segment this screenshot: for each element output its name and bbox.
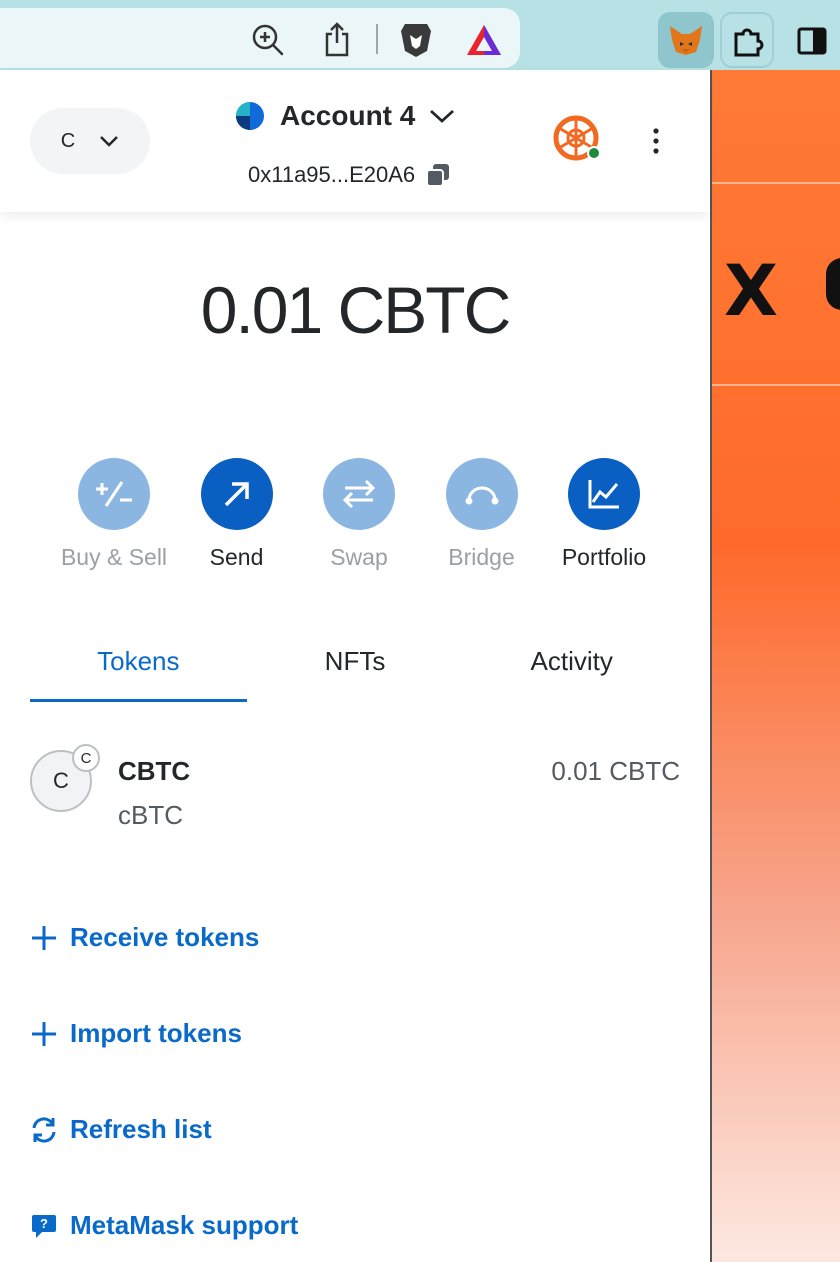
token-balance: 0.01 CBTC — [551, 756, 680, 786]
address-text: 0x11a95...E20A6 — [248, 162, 416, 187]
send-arrow-icon — [200, 458, 273, 530]
metamask-support-label: MetaMask support — [70, 1210, 299, 1240]
sidebar-toggle-icon[interactable] — [796, 26, 828, 56]
account-name: Account 4 — [280, 100, 416, 131]
kebab-menu-icon[interactable] — [646, 126, 666, 156]
token-symbol: CBTC — [118, 756, 191, 786]
connected-site-icon[interactable] — [552, 114, 602, 164]
import-tokens-link[interactable]: Import tokens — [30, 1018, 242, 1049]
svg-text:?: ? — [40, 1216, 48, 1231]
refresh-list-label: Refresh list — [70, 1114, 212, 1144]
network-badge: C — [72, 744, 100, 772]
portfolio-button[interactable]: Portfolio — [544, 458, 664, 571]
copy-icon — [426, 164, 450, 187]
website-background — [712, 70, 840, 1262]
balance-symbol: CBTC — [337, 273, 512, 347]
bridge-button[interactable]: Bridge — [422, 458, 542, 571]
receive-tokens-label: Receive tokens — [70, 922, 260, 952]
asset-tabs: Tokens NFTs Activity — [30, 642, 680, 702]
token-name: cBTC — [118, 800, 183, 830]
browser-toolbar — [0, 0, 840, 70]
support-chat-icon: ? — [32, 1214, 56, 1238]
balance-amount: 0.01 — [200, 273, 323, 347]
brave-shield-icon[interactable] — [398, 20, 434, 60]
wallet-actions: Buy & Sell Send Swap Bridge Portfolio — [54, 458, 664, 571]
account-balance: 0.01 CBTC — [0, 272, 710, 348]
network-avatar: C — [60, 129, 76, 152]
metamask-fox-icon — [670, 26, 702, 55]
account-address[interactable]: 0x11a95...E20A6 — [248, 162, 451, 188]
swap-label: Swap — [330, 544, 388, 570]
plus-icon — [32, 1021, 56, 1046]
metamask-support-link[interactable]: ? MetaMask support — [30, 1210, 298, 1241]
bridge-label: Bridge — [448, 544, 515, 570]
import-tokens-label: Import tokens — [70, 1018, 242, 1048]
portfolio-label: Portfolio — [561, 544, 647, 570]
refresh-icon — [32, 1116, 56, 1143]
network-picker[interactable]: C — [30, 108, 150, 174]
tab-activity[interactable]: Activity — [463, 642, 680, 702]
metamask-extension-button[interactable] — [658, 12, 714, 68]
brave-rewards-icon[interactable] — [464, 22, 504, 58]
send-button[interactable]: Send — [177, 458, 297, 571]
account-avatar-icon — [236, 102, 264, 130]
swap-icon — [323, 458, 395, 530]
receive-tokens-link[interactable]: Receive tokens — [30, 922, 259, 953]
account-picker[interactable]: Account 4 — [234, 100, 455, 132]
toolbar-separator — [376, 24, 378, 54]
plus-icon — [32, 925, 56, 950]
chevron-down-icon — [430, 109, 455, 123]
x-logo-icon[interactable]: X — [724, 250, 778, 332]
tab-nfts[interactable]: NFTs — [247, 642, 464, 702]
share-icon[interactable] — [320, 20, 354, 58]
site-divider — [712, 182, 840, 184]
send-label: Send — [209, 544, 264, 570]
token-list-item[interactable]: C C CBTC cBTC 0.01 CBTC — [30, 742, 680, 842]
site-logo-icon — [826, 258, 840, 310]
swap-button[interactable]: Swap — [299, 458, 419, 571]
extensions-puzzle-icon — [734, 28, 764, 57]
extensions-button[interactable] — [720, 12, 774, 68]
refresh-list-link[interactable]: Refresh list — [30, 1114, 212, 1145]
chevron-down-icon — [100, 136, 119, 147]
buy-sell-icon — [78, 458, 150, 530]
bridge-icon — [445, 458, 518, 530]
portfolio-chart-icon — [568, 458, 640, 530]
tab-tokens[interactable]: Tokens — [30, 642, 247, 702]
buy-sell-label: Buy & Sell — [60, 544, 168, 570]
zoom-in-icon[interactable] — [250, 22, 286, 58]
popup-header: C Account 4 0x11a95...E20A6 — [0, 70, 710, 212]
metamask-popup: C Account 4 0x11a95...E20A6 0.01 CBTC Bu… — [0, 70, 712, 1262]
buy-sell-button[interactable]: Buy & Sell — [54, 458, 174, 571]
site-divider — [712, 384, 840, 386]
